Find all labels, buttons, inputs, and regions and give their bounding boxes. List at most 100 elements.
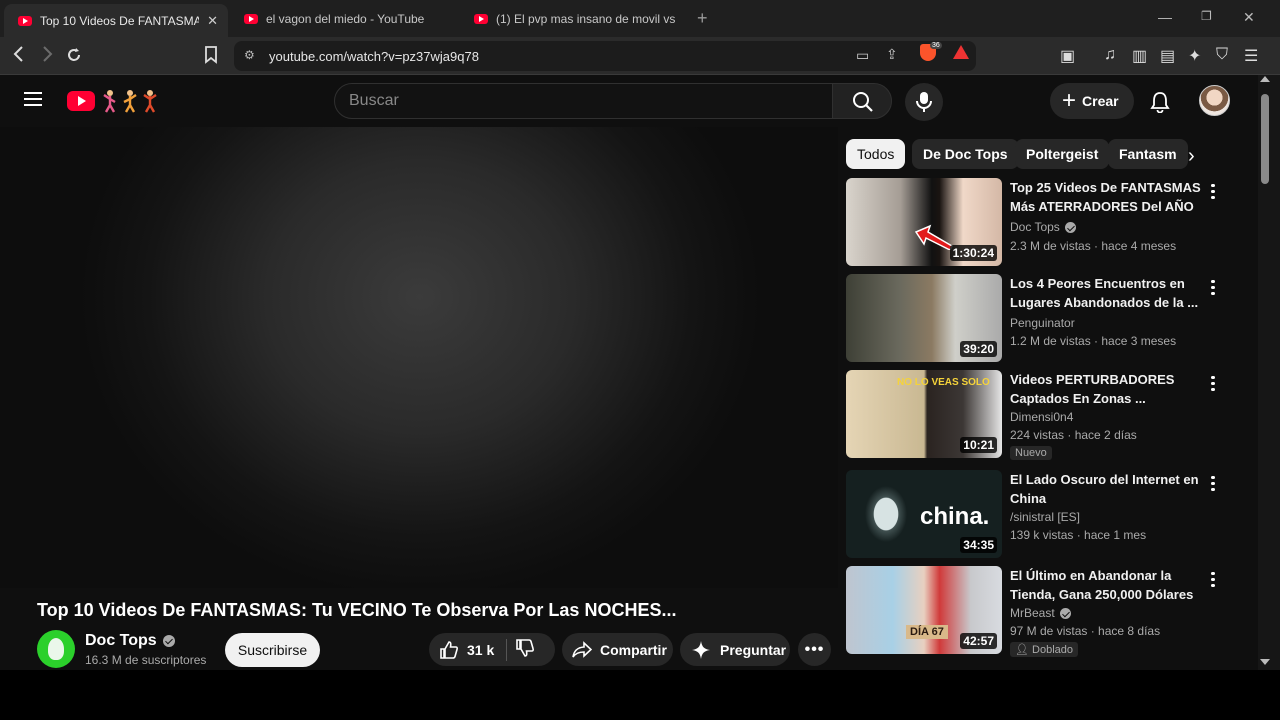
list-item[interactable]: china. 34:35 El Lado Oscuro del Internet…	[846, 470, 1246, 560]
tab-title: (1) El pvp mas insano de movil vs pc	[496, 12, 676, 26]
rec-age: hace 1 mes	[1084, 528, 1147, 542]
chip-fantasmas[interactable]: Fantasm	[1108, 139, 1188, 169]
rec-channel[interactable]: Doc Tops	[1010, 219, 1076, 235]
video-thumbnail[interactable]: DÍA 67 42:57	[846, 566, 1002, 654]
more-actions-icon[interactable]: •••	[798, 633, 831, 666]
account-avatar[interactable]	[1199, 85, 1230, 116]
kebab-menu-icon[interactable]	[1210, 474, 1216, 492]
list-item[interactable]: 1:30:24 Top 25 Videos De FANTASMAS Más A…	[846, 178, 1246, 268]
video-thumbnail[interactable]: china. 34:35	[846, 470, 1002, 558]
rec-channel-name[interactable]: MrBeast	[1010, 605, 1055, 621]
youtube-logo-icon[interactable]	[67, 91, 95, 111]
url-text[interactable]: youtube.com/watch?v=pz37wja9q78	[269, 49, 479, 64]
search-icon	[853, 92, 873, 112]
rec-title[interactable]: El Lado Oscuro del Internet en China	[1010, 471, 1210, 508]
scroll-up-icon[interactable]	[1260, 76, 1270, 82]
reader-mode-icon[interactable]: ▣	[1060, 46, 1075, 66]
person-audio-icon: 👤︎	[1015, 644, 1029, 656]
subscribe-button[interactable]: Suscribirse	[225, 633, 320, 667]
rec-channel-name[interactable]: Dimensi0n4	[1010, 409, 1073, 425]
list-item[interactable]: NO LO VEAS SOLO 10:21 Videos PERTURBADOR…	[846, 370, 1246, 460]
wallet-icon[interactable]: ▤	[1160, 46, 1175, 66]
video-title: Top 10 Videos De FANTASMAS: Tu VECINO Te…	[37, 600, 677, 620]
chevron-right-icon[interactable]: ›	[1188, 145, 1195, 168]
divider	[506, 638, 508, 661]
chip-todos[interactable]: Todos	[846, 139, 906, 169]
window-close-icon[interactable]: ✕	[1243, 9, 1255, 26]
share-button[interactable]: Compartir	[562, 633, 673, 666]
video-thumbnail[interactable]: 39:20	[846, 274, 1002, 362]
bookmark-icon[interactable]	[204, 46, 218, 69]
rec-channel-name[interactable]: /sinistral [ES]	[1010, 509, 1080, 525]
restore-icon[interactable]: ❐	[1201, 9, 1212, 23]
channel-avatar[interactable]	[37, 630, 75, 668]
share-label: Compartir	[600, 641, 667, 658]
address-bar[interactable]: ⚙ youtube.com/watch?v=pz37wja9q78 ▭ ⇪	[234, 41, 976, 71]
tab-close-icon[interactable]: ✕	[207, 13, 218, 29]
list-item[interactable]: 39:20 Los 4 Peores Encuentros en Lugares…	[846, 274, 1246, 364]
doodle-dancers-icon[interactable]	[100, 88, 160, 114]
video-thumbnail[interactable]: 1:30:24	[846, 178, 1002, 266]
scrollbar-thumb[interactable]	[1261, 94, 1269, 184]
channel-name-text[interactable]: Doc Tops	[85, 632, 157, 650]
tab[interactable]: (1) El pvp mas insano de movil vs pc	[460, 5, 686, 33]
rec-title[interactable]: Los 4 Peores Encuentros en Lugares Aband…	[1010, 275, 1210, 312]
minimize-icon[interactable]: —	[1158, 9, 1172, 25]
channel-name[interactable]: Doc Tops	[85, 632, 175, 650]
sidebar-icon[interactable]: ▥	[1132, 46, 1147, 66]
chip-de-doc-tops[interactable]: De Doc Tops	[912, 139, 1019, 169]
tab[interactable]: el vagon del miedo - YouTube	[230, 5, 456, 33]
notifications-bell-icon[interactable]	[1150, 91, 1170, 113]
video-player[interactable]	[0, 127, 838, 588]
rec-age: hace 2 días	[1074, 428, 1137, 442]
like-button[interactable]: 31 k	[429, 640, 494, 660]
search-box[interactable]	[334, 83, 833, 119]
media-music-icon[interactable]: ♫	[1104, 46, 1116, 64]
rec-channel-name[interactable]: Doc Tops	[1010, 219, 1060, 235]
rec-views: 224 vistas	[1010, 428, 1065, 442]
site-settings-icon[interactable]: ⚙	[244, 48, 255, 62]
rec-channel-name[interactable]: Penguinator	[1010, 315, 1075, 331]
create-button[interactable]: + Crear	[1050, 83, 1134, 119]
kebab-menu-icon[interactable]	[1210, 570, 1216, 588]
duration-badge: 42:57	[960, 633, 997, 649]
microphone-icon	[916, 92, 932, 112]
like-dislike-bar: 31 k	[429, 633, 555, 666]
browser-menu-icon[interactable]: ☰	[1244, 46, 1258, 66]
rec-channel[interactable]: MrBeast	[1010, 605, 1071, 621]
search-button[interactable]	[832, 83, 892, 119]
back-icon[interactable]	[12, 46, 26, 67]
cast-icon[interactable]: ▭	[856, 47, 869, 64]
search-input[interactable]	[349, 92, 809, 110]
youtube-favicon-icon	[474, 14, 488, 24]
list-item[interactable]: DÍA 67 42:57 El Último en Abandonar la T…	[846, 566, 1246, 657]
create-label: Crear	[1082, 93, 1119, 109]
brave-badge-count: 36	[930, 42, 942, 49]
rec-stats: 97 M de vistas · hace 8 días	[1010, 624, 1161, 638]
subscriber-count: 16.3 M de suscriptores	[85, 653, 207, 667]
forward-icon[interactable]	[40, 46, 54, 67]
rec-age: hace 3 meses	[1101, 334, 1177, 348]
rec-title[interactable]: Videos PERTURBADORES Captados En Zonas .…	[1010, 371, 1210, 408]
new-tab-icon[interactable]: +	[697, 8, 708, 29]
video-thumbnail[interactable]: NO LO VEAS SOLO 10:21	[846, 370, 1002, 458]
tab-title: el vagon del miedo - YouTube	[266, 12, 425, 26]
dislike-button[interactable]	[515, 638, 535, 661]
guide-menu-icon[interactable]	[24, 92, 42, 106]
kebab-menu-icon[interactable]	[1210, 182, 1216, 200]
rec-title[interactable]: El Último en Abandonar la Tienda, Gana 2…	[1010, 567, 1210, 604]
chip-poltergeist[interactable]: Poltergeist	[1015, 139, 1110, 169]
reload-icon[interactable]	[65, 46, 83, 69]
tab-active[interactable]: Top 10 Videos De FANTASMAS: T ✕	[4, 4, 228, 37]
duration-badge: 34:35	[960, 537, 997, 553]
share-page-icon[interactable]: ⇪	[886, 46, 898, 63]
brave-rewards-icon[interactable]	[953, 45, 969, 59]
vpn-shield-icon[interactable]: ⛉	[1216, 46, 1228, 64]
rec-title[interactable]: Top 25 Videos De FANTASMAS Más ATERRADOR…	[1010, 179, 1210, 216]
ask-button[interactable]: Preguntar	[680, 633, 790, 666]
voice-search-button[interactable]	[905, 83, 943, 121]
leo-ai-icon[interactable]: ✦	[1188, 46, 1201, 66]
kebab-menu-icon[interactable]	[1210, 278, 1216, 296]
kebab-menu-icon[interactable]	[1210, 374, 1216, 392]
scroll-down-icon[interactable]	[1260, 659, 1270, 665]
